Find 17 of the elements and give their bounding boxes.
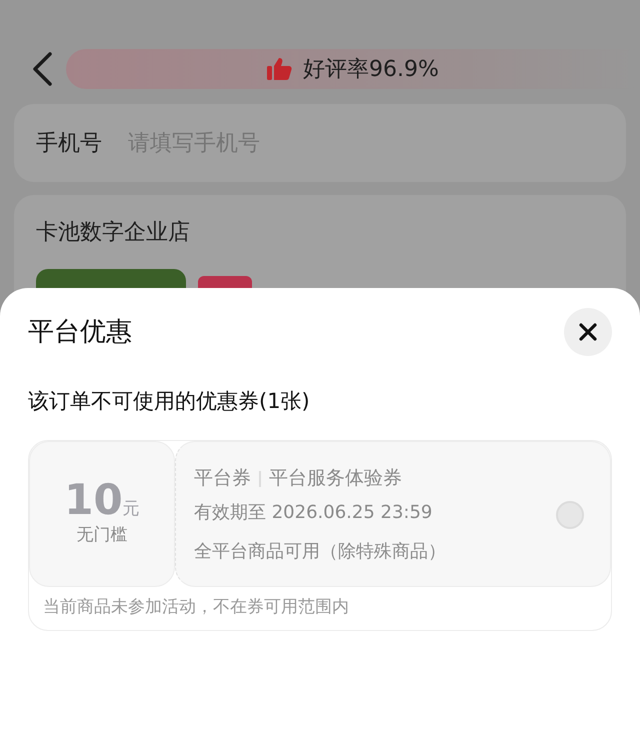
close-icon [578, 322, 598, 342]
shop-name: 卡池数字企业店 [36, 219, 191, 247]
rating-text: 好评率96.9% [303, 56, 439, 84]
coupon-unit: 元 [122, 498, 140, 521]
phone-label: 手机号 [36, 130, 102, 158]
coupon-threshold: 无门槛 [76, 524, 128, 546]
close-button[interactable] [564, 308, 612, 356]
coupon-validity: 有效期至 2026.06.25 23:59 [194, 500, 434, 525]
sheet-title: 平台优惠 [28, 316, 132, 348]
coupon-scope: 全平台商品可用（除特殊商品） [194, 540, 447, 564]
coupon-amount: 10 [64, 479, 123, 521]
coupon-name: 平台服务体验券 [269, 466, 402, 492]
section-heading: 该订单不可使用的优惠券(1张) [28, 388, 311, 415]
back-button[interactable] [30, 51, 54, 87]
coupon-type: 平台券 [194, 466, 251, 492]
coupon-note: 当前商品未参加活动，不在券可用范围内 [42, 596, 350, 618]
thumbs-up-icon [267, 57, 294, 81]
